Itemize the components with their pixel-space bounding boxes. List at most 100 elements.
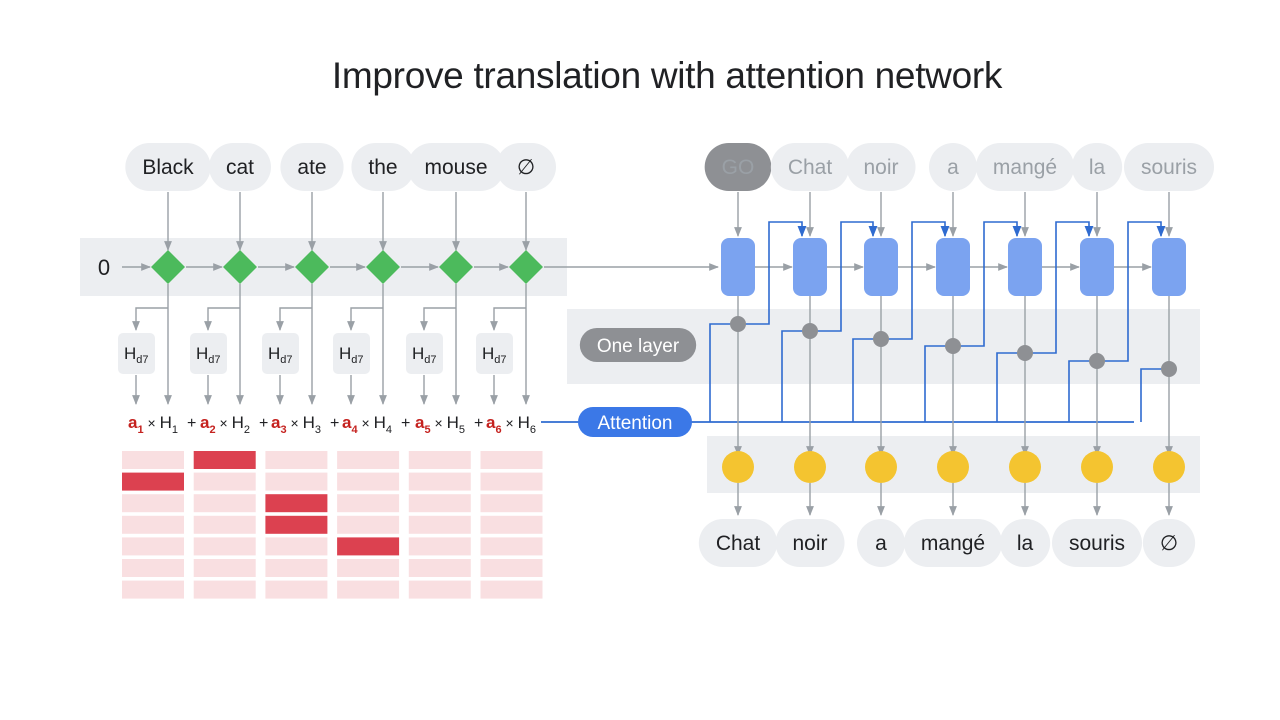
attention-weight-cell xyxy=(193,537,256,556)
initial-state-label: 0 xyxy=(98,255,110,280)
attention-weight-cell xyxy=(193,494,256,513)
attention-weight-cell xyxy=(408,580,471,599)
encoder-input-token: the xyxy=(351,143,415,191)
attention-mix-node xyxy=(730,316,746,332)
decoder-output-token: mangé xyxy=(903,519,1003,567)
decoder-input-token: souris xyxy=(1123,143,1215,191)
decoder-output-token: a xyxy=(857,519,905,567)
attention-weight-cell xyxy=(408,537,471,556)
encoder-input-token-label: cat xyxy=(226,156,254,179)
attention-mix-node xyxy=(873,331,889,347)
encoder-input-token-label: ∅ xyxy=(517,156,535,179)
output-node xyxy=(865,451,897,483)
decoder-output-token-label: la xyxy=(1017,532,1034,555)
decoder-input-token-label: mangé xyxy=(993,156,1057,179)
go-token-label: GO xyxy=(722,156,755,179)
attention-weight-cell xyxy=(480,559,543,577)
encoder-input-token: mouse xyxy=(407,143,505,191)
attention-weight-cell xyxy=(480,515,543,534)
encoder-input-token: ∅ xyxy=(496,143,556,191)
attention-weight-cell xyxy=(337,451,400,469)
output-node xyxy=(1153,451,1185,483)
attention-weight-cell xyxy=(265,494,328,513)
decoder-output-token-label: noir xyxy=(792,532,827,555)
attention-weight-cell xyxy=(337,515,400,534)
one-layer-label: One layer xyxy=(579,328,697,362)
decoder-input-token: a xyxy=(929,143,977,191)
plus-sign: + xyxy=(474,415,483,432)
output-node xyxy=(1081,451,1113,483)
encoder-input-token-label: the xyxy=(368,156,397,179)
decoder-cell xyxy=(793,238,827,296)
decoder-output-token: Chat xyxy=(698,519,778,567)
output-node xyxy=(1009,451,1041,483)
decoder-output-token-label: mangé xyxy=(921,532,985,555)
attention-weight-cell xyxy=(337,472,400,491)
attention-weight-cell xyxy=(408,451,471,469)
go-token: GO xyxy=(704,143,772,191)
decoder-input-token: la xyxy=(1071,143,1123,191)
encoder-input-token: ate xyxy=(280,143,344,191)
sum-term: a4 × H4 xyxy=(342,413,392,436)
attention-weight-cell xyxy=(265,515,328,534)
decoder-output-token: souris xyxy=(1051,519,1143,567)
attention-weight-cell xyxy=(337,580,400,599)
plus-sign: + xyxy=(401,415,410,432)
encoder-input-token: Black xyxy=(125,143,211,191)
output-node xyxy=(937,451,969,483)
attention-weight-cell xyxy=(265,451,328,469)
attention-mix-node xyxy=(945,338,961,354)
decoder-input-token-label: la xyxy=(1089,156,1106,179)
encoder-input-token: cat xyxy=(208,143,272,191)
attention-weight-cell xyxy=(122,559,184,577)
attention-mix-node xyxy=(1017,345,1033,361)
attention-weight-cell xyxy=(408,494,471,513)
decoder-output-token: noir xyxy=(775,519,845,567)
branch-arrow xyxy=(276,307,312,331)
attention-weight-cell xyxy=(122,494,184,513)
output-node xyxy=(722,451,754,483)
decoder-output-token-label: a xyxy=(875,532,887,555)
decoder-input-token-label: Chat xyxy=(788,156,833,179)
attention-weight-cell xyxy=(193,580,256,599)
attention-weight-cell xyxy=(265,537,328,556)
decoder-cell xyxy=(721,238,755,296)
attention-mix-node xyxy=(1161,361,1177,377)
decoder-input-token: Chat xyxy=(770,143,850,191)
attention-weight-cell xyxy=(337,494,400,513)
attention-weight-cell xyxy=(480,451,543,469)
decoder-cell xyxy=(1008,238,1042,296)
decoder-cell xyxy=(1080,238,1114,296)
decoder-output-token-label: ∅ xyxy=(1160,532,1178,555)
decoder-cell xyxy=(936,238,970,296)
attention-weight-cell xyxy=(122,537,184,556)
sum-term: a6 × H6 xyxy=(486,413,536,436)
decoder-output-token: ∅ xyxy=(1142,519,1196,567)
attention-weight-cell xyxy=(122,451,184,469)
decoder-cell xyxy=(864,238,898,296)
attention-weight-cell xyxy=(122,515,184,534)
sum-term: a3 × H3 xyxy=(271,413,321,436)
decoder-input-token-label: souris xyxy=(1141,156,1197,179)
one-layer-label-label: One layer xyxy=(597,336,680,357)
branch-arrow xyxy=(420,307,456,331)
attention-weight-cell xyxy=(265,559,328,577)
decoder-output-token-label: Chat xyxy=(716,532,761,555)
branch-arrow xyxy=(490,307,526,331)
attention-mix-node xyxy=(802,323,818,339)
attention-diagram: 0Hd7 Hd7 Hd7 Hd7 Hd7 Hd7Black cat ate the mouse ∅a… xyxy=(80,143,1215,599)
decoder-output-token: la xyxy=(999,519,1051,567)
attention-weight-cell xyxy=(337,559,400,577)
attention-weight-cell xyxy=(408,472,471,491)
attention-weight-cell xyxy=(122,472,184,491)
attention-weight-cell xyxy=(408,515,471,534)
attention-weight-cell xyxy=(480,580,543,599)
decoder-input-token-label: a xyxy=(947,156,959,179)
attention-weight-cell xyxy=(193,515,256,534)
branch-arrow xyxy=(347,307,383,331)
attention-mix-node xyxy=(1089,353,1105,369)
output-node xyxy=(794,451,826,483)
attention-weight-cell xyxy=(122,580,184,599)
attention-weight-cell xyxy=(480,472,543,491)
decoder-output-token-label: souris xyxy=(1069,532,1125,555)
